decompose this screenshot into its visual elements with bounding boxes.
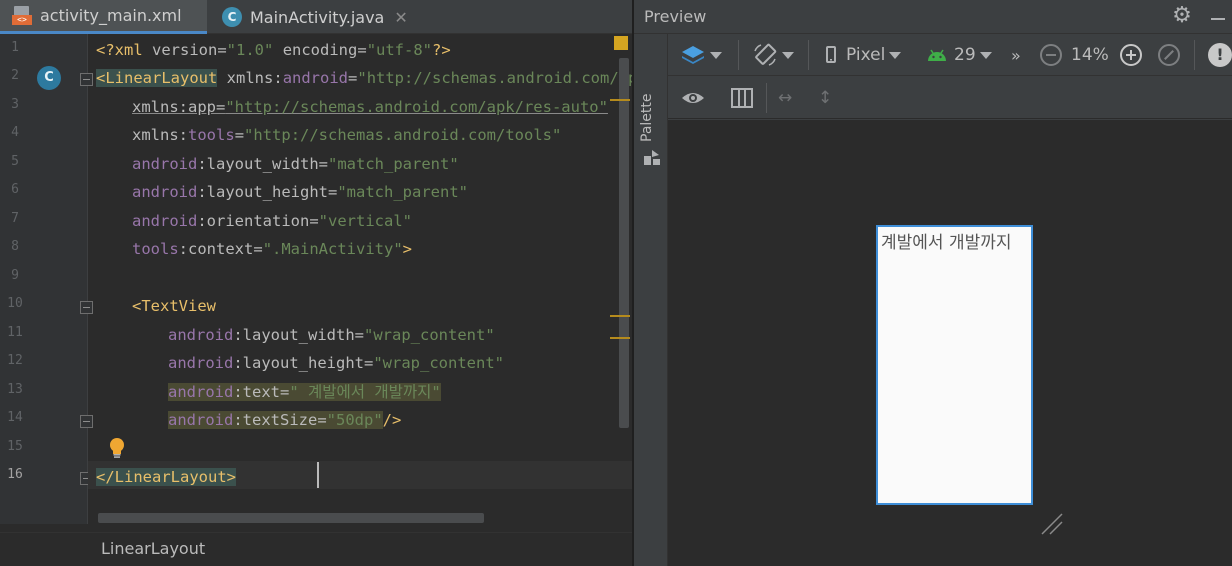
class-icon: C — [222, 7, 242, 27]
preview-toolbar-secondary: ↔ ↕ — [668, 77, 1232, 119]
line-number: 14 — [7, 410, 23, 425]
vertical-scrollbar-thumb[interactable] — [619, 58, 629, 428]
breadcrumb: LinearLayout — [0, 532, 632, 566]
preview-textview[interactable]: 계발에서 개발까지 — [881, 228, 1012, 253]
more-actions-chevron-icon[interactable]: » — [1011, 42, 1021, 68]
design-canvas[interactable]: 계발에서 개발까지 — [668, 120, 1232, 566]
zoom-fit-icon — [1158, 44, 1180, 66]
warning-stripe-marker[interactable] — [610, 315, 630, 317]
code-line-6: android:layout_height="match_parent" — [132, 183, 468, 201]
line-number: 12 — [7, 353, 23, 368]
warning-stripe-marker[interactable] — [610, 337, 630, 339]
tab-main-activity-java[interactable]: C MainActivity.java ✕ — [208, 0, 413, 34]
code-line-8: tools:context=".MainActivity"> — [132, 240, 413, 258]
api-level-dropdown[interactable]: 29 — [926, 42, 992, 68]
zoom-in-button[interactable] — [1120, 42, 1142, 68]
preview-title: Preview — [644, 7, 707, 26]
code-line-11: android:layout_width="wrap_content" — [168, 326, 495, 344]
eye-icon — [682, 93, 704, 103]
device-preview-screen[interactable]: 계발에서 개발까지 — [876, 225, 1033, 505]
line-number: 9 — [11, 268, 19, 283]
warning-icon: ! — [1208, 43, 1232, 67]
code-line-10: <TextView — [132, 297, 216, 315]
line-number: 13 — [7, 382, 23, 397]
line-number: 15 — [7, 439, 23, 454]
tab-label: activity_main.xml — [40, 6, 182, 25]
code-line-3: xmlns:app="http://schemas.android.com/ap… — [132, 98, 608, 116]
toggle-blueprint-button[interactable] — [730, 85, 754, 111]
line-number: 7 — [11, 211, 19, 226]
api-level: 29 — [954, 45, 976, 65]
line-number-gutter[interactable]: 1 2 3 4 5 6 7 8 9 10 11 12 13 14 15 16 C — [0, 34, 93, 524]
line-number: 6 — [11, 182, 19, 197]
lightbulb-intention-icon[interactable] — [108, 437, 126, 459]
preview-panel: Preview ⚙ Palette Pixel 29 » 14% ! ↔ ↕ 계… — [634, 0, 1232, 566]
view-options-button[interactable] — [680, 85, 706, 111]
zoom-in-icon — [1120, 44, 1142, 66]
minimize-icon[interactable] — [1208, 4, 1228, 28]
close-tab-icon[interactable]: ✕ — [394, 8, 407, 27]
preview-header: Preview ⚙ — [634, 0, 1232, 34]
palette-tab[interactable]: Palette — [639, 94, 655, 143]
line-number: 4 — [11, 125, 19, 140]
device-name: Pixel — [846, 45, 886, 65]
orientation-dropdown[interactable] — [752, 42, 794, 68]
phone-icon — [826, 46, 836, 63]
xml-file-icon: <> — [12, 5, 32, 26]
tab-activity-main-xml[interactable]: <> activity_main.xml — [0, 0, 207, 34]
code-line-1: <?xml version="1.0" encoding="utf-8"?> — [96, 41, 451, 59]
preview-toolbar-primary: Pixel 29 » 14% ! — [668, 34, 1232, 76]
palette-icon[interactable] — [643, 148, 661, 166]
vertical-resize-icon[interactable]: ↕ — [818, 85, 832, 111]
inspection-status-icon[interactable] — [614, 36, 628, 50]
class-gutter-icon[interactable]: C — [37, 66, 61, 90]
breadcrumb-item[interactable]: LinearLayout — [101, 539, 205, 558]
line-number-current: 16 — [7, 467, 23, 482]
palette-side-strip: Palette — [634, 34, 668, 566]
horizontal-resize-icon[interactable]: ↔ — [778, 85, 792, 111]
resize-handle-icon[interactable] — [1038, 510, 1066, 538]
tab-label: MainActivity.java — [250, 7, 385, 27]
horizontal-scrollbar-thumb[interactable] — [98, 513, 484, 523]
gear-icon[interactable]: ⚙ — [1170, 4, 1194, 28]
zoom-out-button[interactable] — [1040, 42, 1062, 68]
code-line-4: xmlns:tools="http://schemas.android.com/… — [132, 126, 562, 144]
zoom-out-icon — [1040, 44, 1062, 66]
zoom-level: 14% — [1071, 45, 1109, 65]
zoom-to-fit-button[interactable] — [1158, 42, 1180, 68]
columns-icon — [731, 88, 753, 108]
code-editor-panel: <> activity_main.xml C MainActivity.java… — [0, 0, 632, 566]
code-line-2: <LinearLayout xmlns:android="http://sche… — [96, 69, 632, 87]
line-number: 11 — [7, 325, 23, 340]
line-number: 8 — [11, 239, 19, 254]
android-icon — [928, 49, 946, 61]
code-line-5: android:layout_width="match_parent" — [132, 155, 459, 173]
text-cursor — [317, 462, 319, 488]
line-number: 2 — [11, 68, 19, 83]
code-area[interactable]: <?xml version="1.0" encoding="utf-8"?> <… — [88, 34, 632, 524]
design-surface-dropdown[interactable] — [680, 42, 722, 68]
code-line-12: android:layout_height="wrap_content" — [168, 354, 504, 372]
warning-stripe-marker[interactable] — [610, 99, 630, 101]
line-number: 1 — [11, 40, 19, 55]
layers-icon — [682, 46, 704, 64]
line-number: 3 — [11, 97, 19, 112]
warnings-button[interactable]: ! — [1208, 42, 1232, 68]
rotate-device-icon — [754, 43, 777, 66]
code-line-14: android:textSize="50dp"/> — [168, 411, 402, 429]
editor-tab-bar: <> activity_main.xml C MainActivity.java… — [0, 0, 632, 34]
line-number: 5 — [11, 154, 19, 169]
device-dropdown[interactable]: Pixel — [824, 42, 902, 68]
code-line-13: android:text=" 계발에서 개발까지" — [168, 383, 441, 401]
code-line-7: android:orientation="vertical" — [132, 212, 412, 230]
line-number: 10 — [7, 296, 23, 311]
code-line-16: </LinearLayout> — [96, 468, 236, 486]
